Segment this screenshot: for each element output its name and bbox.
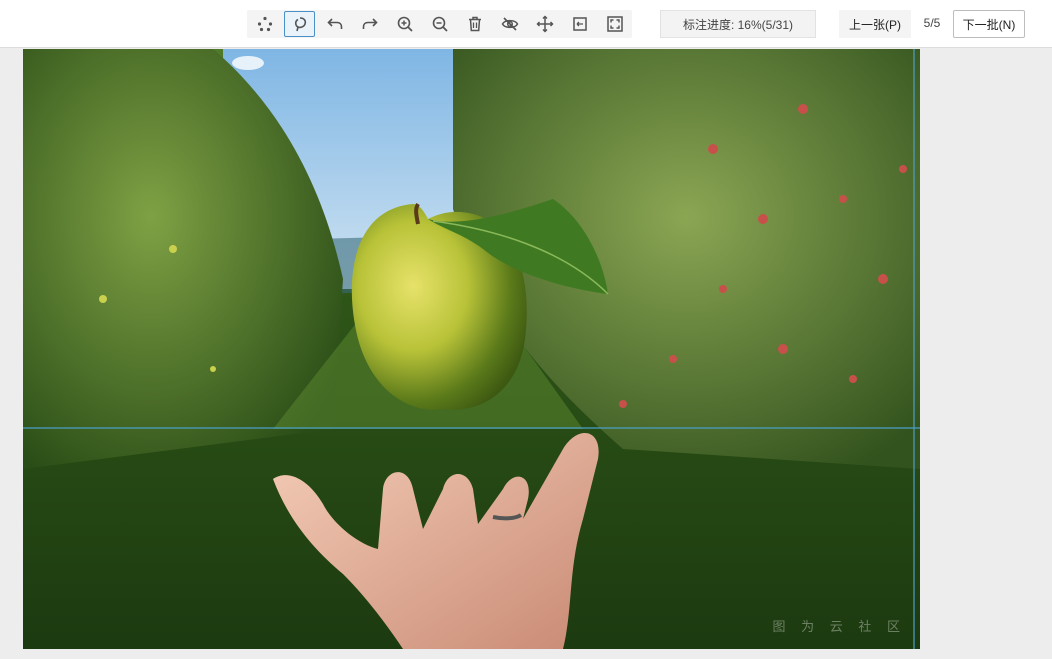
annotation-progress: 标注进度: 16%(5/31) — [660, 10, 816, 38]
eye-off-icon — [501, 17, 518, 31]
polygon-tool-button[interactable] — [284, 11, 315, 37]
redo-button[interactable] — [354, 11, 385, 37]
prev-image-button[interactable]: 上一张(P) — [839, 10, 911, 38]
hide-annotations-button[interactable] — [494, 11, 525, 37]
fullscreen-icon — [606, 16, 623, 32]
redo-icon — [362, 18, 378, 29]
image-apple-orchard — [23, 49, 920, 649]
page-indicator: 5/5 — [923, 16, 941, 30]
trash-icon — [468, 16, 481, 32]
zoom-out-icon — [432, 16, 448, 32]
move-button[interactable] — [529, 11, 560, 37]
fullscreen-button[interactable] — [599, 11, 630, 37]
fit-view-button[interactable] — [564, 11, 595, 37]
top-toolbar: 标注进度: 16%(5/31) 上一张(P) 5/5 下一批(N) — [0, 0, 1052, 48]
watermark: 图 为 云 社 区 — [772, 619, 906, 634]
fit-icon — [572, 17, 587, 31]
undo-icon — [326, 18, 342, 29]
tool-group — [247, 10, 632, 38]
keypoints-icon — [257, 16, 272, 32]
zoom-in-icon — [397, 16, 413, 32]
keypoints-tool-button[interactable] — [249, 11, 280, 37]
move-icon — [535, 15, 554, 33]
next-batch-button[interactable]: 下一批(N) — [953, 10, 1025, 38]
annotation-canvas[interactable]: 图 为 云 社 区 — [23, 49, 920, 649]
zoom-out-button[interactable] — [424, 11, 455, 37]
undo-button[interactable] — [319, 11, 350, 37]
lasso-icon — [294, 17, 306, 32]
delete-button[interactable] — [459, 11, 490, 37]
zoom-in-button[interactable] — [389, 11, 420, 37]
